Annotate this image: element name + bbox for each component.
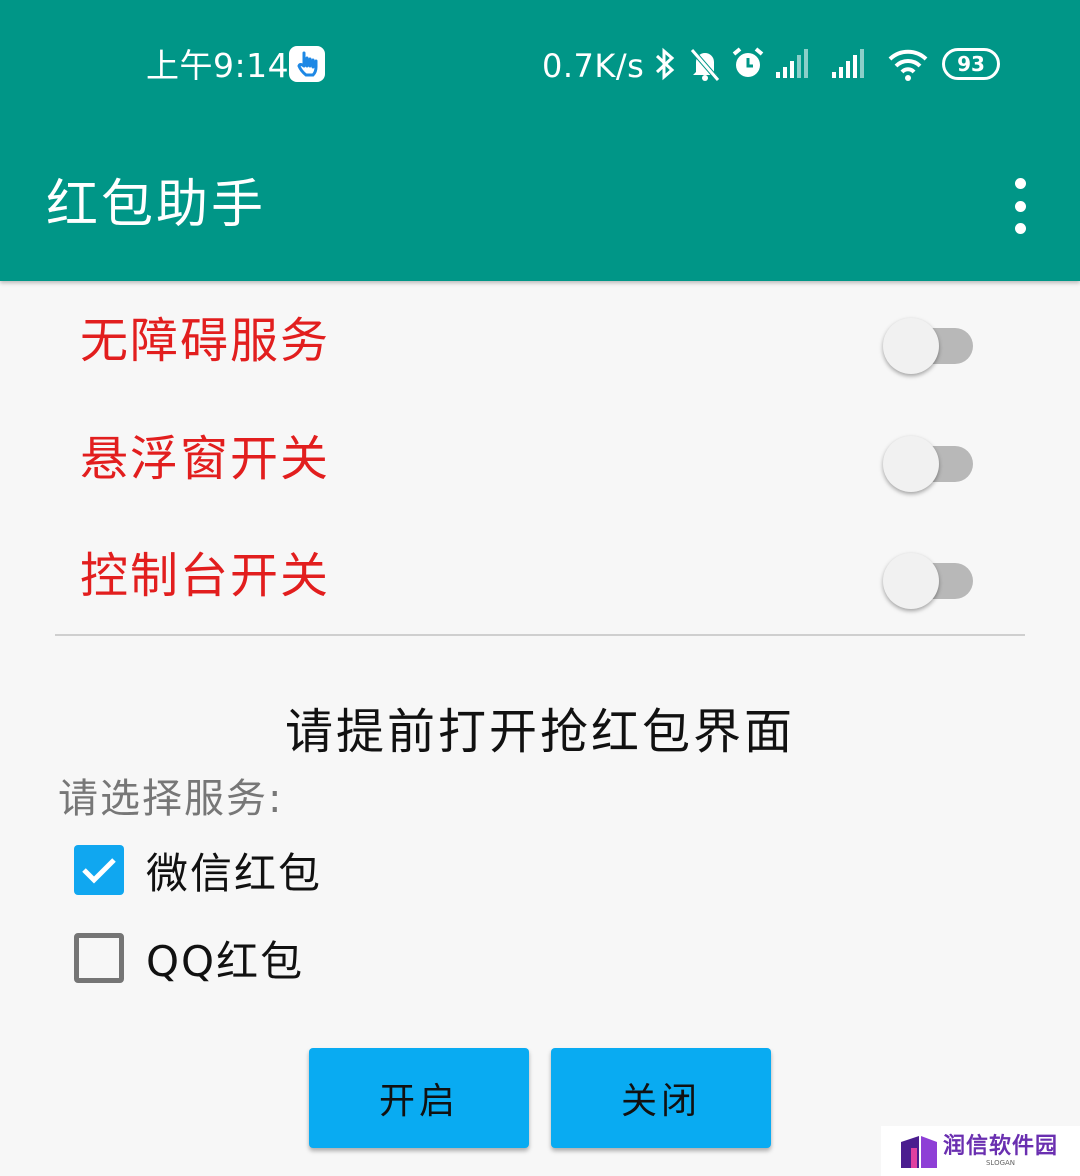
switch-row-accessibility: 无障碍服务 bbox=[0, 286, 1080, 396]
battery-indicator: 93 bbox=[942, 48, 1000, 80]
checkbox-qq[interactable]: QQ红包 bbox=[74, 928, 304, 988]
battery-level: 93 bbox=[957, 52, 985, 76]
accessibility-switch[interactable] bbox=[883, 312, 975, 374]
status-time: 上午9:14 bbox=[146, 46, 290, 85]
checkbox-unchecked-icon[interactable] bbox=[74, 933, 124, 983]
signal-icon bbox=[774, 46, 810, 86]
switch-label-accessibility: 无障碍服务 bbox=[80, 313, 331, 369]
checkbox-label-qq: QQ红包 bbox=[146, 936, 305, 986]
app-bar: 上午9:14 0.7K/s 93 红包助手 bbox=[0, 0, 1080, 281]
switch-row-floating-window: 悬浮窗开关 bbox=[0, 404, 1080, 514]
app-title: 红包助手 bbox=[46, 175, 267, 235]
divider bbox=[55, 634, 1025, 636]
switch-label-console: 控制台开关 bbox=[80, 548, 331, 604]
watermark-sub: SLOGAN bbox=[985, 1159, 1016, 1167]
alarm-icon bbox=[731, 46, 765, 86]
watermark-text: 润信软件园 bbox=[943, 1134, 1059, 1159]
net-speed: 0.7K/s bbox=[542, 47, 645, 85]
overflow-menu-icon[interactable] bbox=[1002, 178, 1038, 234]
service-select-label: 请选择服务: bbox=[58, 776, 284, 822]
start-button[interactable]: 开启 bbox=[309, 1048, 529, 1148]
switch-label-floating-window: 悬浮窗开关 bbox=[80, 431, 331, 487]
checkbox-checked-icon[interactable] bbox=[74, 845, 124, 895]
watermark: 润信软件园 SLOGAN bbox=[881, 1126, 1080, 1176]
wifi-icon bbox=[886, 46, 930, 86]
watermark-logo-icon bbox=[901, 1136, 937, 1168]
checkbox-wechat[interactable]: 微信红包 bbox=[74, 840, 322, 900]
signal-icon bbox=[830, 46, 866, 86]
close-button[interactable]: 关闭 bbox=[551, 1048, 771, 1148]
floating-window-switch[interactable] bbox=[883, 430, 975, 492]
mute-bell-icon bbox=[688, 46, 722, 86]
touch-assist-icon bbox=[289, 46, 325, 82]
console-switch[interactable] bbox=[883, 547, 975, 609]
checkbox-label-wechat: 微信红包 bbox=[146, 848, 323, 898]
bluetooth-icon bbox=[652, 46, 678, 86]
hint-text: 请提前打开抢红包界面 bbox=[284, 704, 795, 760]
switch-row-console: 控制台开关 bbox=[0, 521, 1080, 631]
